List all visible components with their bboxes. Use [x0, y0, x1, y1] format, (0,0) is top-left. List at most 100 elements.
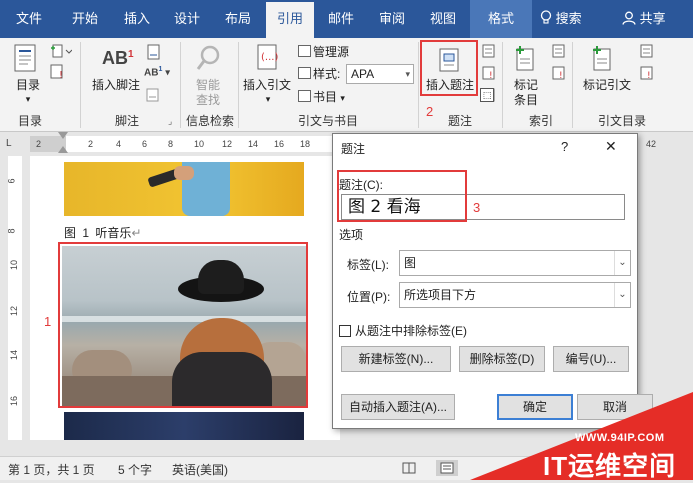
footnote-ab-text: AB	[102, 48, 128, 68]
mark-citation-button[interactable]: 标记引文	[578, 78, 636, 93]
tab-format[interactable]: 格式	[470, 0, 532, 38]
photo-hand	[174, 166, 194, 180]
document-page[interactable]: 图 1 听音乐↵ 1	[30, 156, 340, 440]
update-toa-icon[interactable]: !	[640, 66, 654, 83]
caption-text: 听音乐	[95, 226, 132, 240]
mark-entry-label-2[interactable]: 条目	[508, 93, 544, 108]
position-select[interactable]: 所选项目下方 ⌄	[399, 282, 631, 308]
vertical-ruler[interactable]: 6 8 10 12 14 16	[0, 156, 28, 440]
manage-sources-label: 管理源	[313, 45, 350, 59]
show-notes-icon[interactable]	[146, 88, 160, 105]
insert-index-icon[interactable]	[552, 44, 566, 61]
svg-text:!: !	[489, 71, 493, 80]
chevron-down-icon: ▾	[25, 94, 31, 104]
chevron-down-icon: ⌄	[614, 283, 630, 307]
caption-dialog: 题注 ? ✕ 题注(C): 图 2 看海 3 选项 标签(L): 图 ⌄ 位置(…	[332, 133, 653, 429]
dialog-title: 题注	[341, 142, 366, 156]
share-button[interactable]: 共享	[622, 0, 666, 38]
add-text-icon[interactable]	[50, 44, 73, 61]
footnote-sup-text: 1	[128, 49, 134, 60]
chevron-down-icon: ⌄	[614, 251, 630, 275]
bibliography-button[interactable]: 书目 ▾	[298, 89, 345, 106]
label-select[interactable]: 图 ⌄	[399, 250, 631, 276]
mark-entry-label-1[interactable]: 标记	[508, 78, 544, 93]
toc-button[interactable]: 目录	[8, 78, 48, 93]
figure-caption-1[interactable]: 图 1 听音乐↵	[64, 224, 141, 241]
delete-label-button[interactable]: 删除标签(D)	[459, 346, 545, 372]
ruler-tick-label: 10	[194, 139, 205, 149]
update-table-icon[interactable]: !	[50, 64, 66, 83]
style-icon	[298, 67, 311, 79]
tab-insert[interactable]: 插入	[114, 0, 160, 38]
options-heading: 选项	[339, 228, 364, 242]
hanging-indent-marker[interactable]	[58, 146, 68, 153]
svg-text:!: !	[559, 71, 563, 80]
tab-view[interactable]: 视图	[420, 0, 466, 38]
vruler-tick-label: 10	[9, 259, 20, 271]
close-button[interactable]: ✕	[605, 138, 617, 155]
tab-review[interactable]: 审阅	[368, 0, 416, 38]
tab-references[interactable]: 引用	[266, 2, 314, 38]
mark-citation-icon[interactable]	[590, 44, 616, 75]
language[interactable]: 英语(美国)	[172, 461, 228, 478]
vruler-tick-label: 16	[9, 395, 20, 407]
tab-mailings[interactable]: 邮件	[318, 0, 364, 38]
ruler-tick-label: 18	[300, 139, 311, 149]
bibliography-label: 书目	[313, 90, 338, 104]
ok-button[interactable]: 确定	[497, 394, 573, 420]
ribbon: ! 目录 ▾ 目录 AB1 插入脚注 AB1 ▾ 脚注 ⌟ 智能 查找 信息检索…	[0, 38, 693, 132]
svg-text:!: !	[59, 70, 63, 80]
numbering-button[interactable]: 编号(U)...	[553, 346, 629, 372]
new-label-button[interactable]: 新建标签(N)...	[341, 346, 451, 372]
update-table-icon[interactable]: !	[482, 66, 496, 83]
tab-layout[interactable]: 布局	[214, 0, 262, 38]
exclude-label-checkbox[interactable]	[339, 325, 351, 337]
style-row: 样式:	[298, 66, 340, 82]
label-field-label: 标签(L):	[347, 258, 390, 272]
first-line-indent-marker[interactable]	[58, 132, 68, 139]
music-photo[interactable]	[64, 162, 304, 216]
ruler-tick-label: 4	[116, 139, 122, 149]
exclude-label-checkbox-row[interactable]: 从题注中排除标签(E)	[339, 322, 467, 339]
dialog-launcher-icon[interactable]: ⌟	[168, 116, 172, 127]
insert-table-of-figures-icon[interactable]	[482, 44, 496, 61]
chevron-down-icon: ▾	[405, 69, 410, 79]
mark-entry-icon[interactable]	[514, 44, 538, 75]
insert-footnote-icon[interactable]: AB1	[102, 48, 134, 69]
annotation-number-2: 2	[426, 104, 434, 119]
insert-endnote-icon[interactable]	[146, 44, 162, 63]
page-count[interactable]: 第 1 页，共 1 页	[8, 461, 95, 478]
tab-design[interactable]: 设计	[164, 0, 210, 38]
tab-home[interactable]: 开始	[60, 0, 110, 38]
paragraph-mark: ↵	[131, 226, 142, 240]
search-box[interactable]: 搜索	[540, 0, 582, 38]
read-mode-icon[interactable]	[402, 462, 416, 477]
help-button[interactable]: ?	[561, 139, 568, 154]
ruler-tick-label: 42	[646, 139, 657, 149]
share-label: 共享	[639, 11, 666, 26]
insert-toa-icon[interactable]	[640, 44, 654, 61]
insert-citation-button[interactable]: 插入引文	[242, 78, 292, 93]
table-of-contents-icon[interactable]	[14, 44, 38, 75]
tab-file[interactable]: 文件	[6, 0, 52, 38]
manage-sources-button[interactable]: 管理源	[298, 44, 349, 60]
autocaption-button[interactable]: 自动插入题注(A)...	[341, 394, 455, 420]
update-index-icon[interactable]: !	[552, 66, 566, 83]
smart-lookup-label-2: 查找	[195, 93, 220, 107]
next-footnote-icon[interactable]: AB1 ▾	[144, 66, 170, 78]
ribbon-tab-bar: 文件 开始 插入 设计 布局 引用 邮件 审阅 视图 格式 搜索 共享	[0, 0, 693, 38]
third-photo[interactable]	[64, 412, 304, 440]
word-count[interactable]: 5 个字	[118, 461, 152, 478]
svg-text:!: !	[647, 71, 651, 80]
tab-selector[interactable]: L	[6, 138, 12, 149]
annotation-box-2	[420, 40, 478, 96]
insert-footnote-button[interactable]: 插入脚注	[88, 78, 144, 93]
smart-lookup-icon[interactable]	[196, 44, 222, 75]
ruler-tick-label: 14	[248, 139, 259, 149]
insert-citation-icon[interactable]: (...)	[254, 44, 280, 75]
exclude-label-text: 从题注中排除标签(E)	[355, 324, 467, 338]
citation-style-select[interactable]: APA ▾	[346, 64, 414, 84]
chevron-down-icon: ▾	[265, 94, 271, 104]
annotation-number-3: 3	[473, 200, 481, 215]
print-layout-icon[interactable]	[436, 460, 458, 476]
